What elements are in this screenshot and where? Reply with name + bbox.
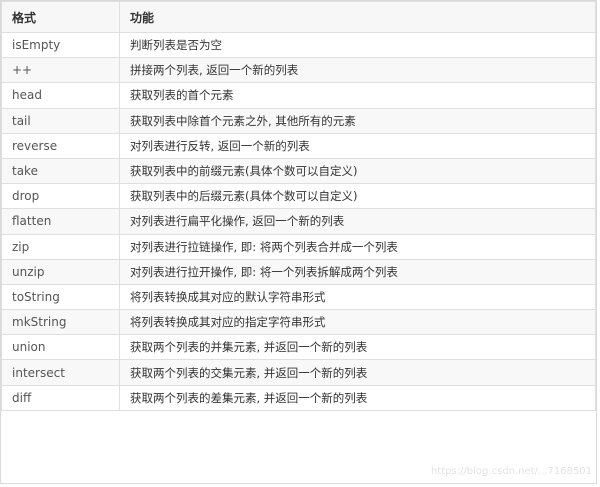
table-body: isEmpty 判断列表是否为空 ++ 拼接两个列表, 返回一个新的列表 hea… (1, 31, 596, 411)
format-cell: head (1, 82, 120, 109)
table-row: intersect 获取两个列表的交集元素, 并返回一个新的列表 (1, 359, 596, 386)
function-cell: 对列表进行反转, 返回一个新的列表 (119, 132, 596, 159)
format-cell: mkString (1, 309, 120, 336)
format-cell: reverse (1, 132, 120, 159)
table-row: flatten 对列表进行扁平化操作, 返回一个新的列表 (1, 208, 596, 235)
function-cell: 获取列表中的前缀元素(具体个数可以自定义) (119, 157, 596, 185)
function-cell: 获取两个列表的交集元素, 并返回一个新的列表 (119, 359, 596, 386)
function-cell: 获取列表中的后缀元素(具体个数可以自定义) (119, 183, 596, 210)
table-row: drop 获取列表中的后缀元素(具体个数可以自定义) (1, 183, 596, 210)
format-cell: ++ (1, 57, 120, 84)
format-cell: diff (1, 384, 120, 411)
format-cell: flatten (1, 208, 120, 235)
format-cell: union (1, 334, 120, 361)
table-row: union 获取两个列表的并集元素, 并返回一个新的列表 (1, 334, 596, 361)
table-row: unzip 对列表进行拉开操作, 即: 将一个列表拆解成两个列表 (1, 258, 596, 285)
table-row: diff 获取两个列表的差集元素, 并返回一个新的列表 (1, 384, 596, 411)
function-cell: 将列表转换成其对应的默认字符串形式 (119, 283, 596, 311)
table-row: take 获取列表中的前缀元素(具体个数可以自定义) (1, 157, 596, 185)
table-row: ++ 拼接两个列表, 返回一个新的列表 (1, 57, 596, 84)
function-cell: 将列表转换成其对应的指定字符串形式 (119, 309, 596, 336)
watermark-text: https://blog.csdn.net/...7168501 (430, 466, 592, 477)
function-cell: 对列表进行拉链操作, 即: 将两个列表合并成一个列表 (119, 233, 596, 260)
function-cell: 获取列表的首个元素 (119, 82, 596, 109)
table-row: toString 将列表转换成其对应的默认字符串形式 (1, 283, 596, 311)
list-operations-table: 格式 功能 isEmpty 判断列表是否为空 ++ 拼接两个列表, 返回一个新的… (1, 1, 596, 411)
format-cell: drop (1, 183, 120, 210)
function-cell: 获取列表中除首个元素之外, 其他所有的元素 (119, 107, 596, 134)
function-cell: 对列表进行扁平化操作, 返回一个新的列表 (119, 208, 596, 235)
format-cell: toString (1, 283, 120, 311)
format-cell: zip (1, 233, 120, 260)
function-cell: 获取两个列表的差集元素, 并返回一个新的列表 (119, 384, 596, 411)
function-cell: 对列表进行拉开操作, 即: 将一个列表拆解成两个列表 (119, 258, 596, 285)
list-operations-table-container: 格式 功能 isEmpty 判断列表是否为空 ++ 拼接两个列表, 返回一个新的… (0, 0, 597, 484)
format-cell: tail (1, 107, 120, 134)
table-row: head 获取列表的首个元素 (1, 82, 596, 109)
header-function: 功能 (119, 1, 596, 33)
header-format: 格式 (1, 1, 120, 33)
format-cell: unzip (1, 258, 120, 285)
format-cell: isEmpty (1, 31, 120, 59)
function-cell: 获取两个列表的并集元素, 并返回一个新的列表 (119, 334, 596, 361)
header-row: 格式 功能 (1, 1, 596, 33)
format-cell: intersect (1, 359, 120, 386)
function-cell: 判断列表是否为空 (119, 31, 596, 59)
table-row: zip 对列表进行拉链操作, 即: 将两个列表合并成一个列表 (1, 233, 596, 260)
table-row: reverse 对列表进行反转, 返回一个新的列表 (1, 132, 596, 159)
format-cell: take (1, 157, 120, 185)
table-row: tail 获取列表中除首个元素之外, 其他所有的元素 (1, 107, 596, 134)
function-cell: 拼接两个列表, 返回一个新的列表 (119, 57, 596, 84)
table-header: 格式 功能 (1, 1, 596, 33)
table-row: isEmpty 判断列表是否为空 (1, 31, 596, 59)
table-row: mkString 将列表转换成其对应的指定字符串形式 (1, 309, 596, 336)
